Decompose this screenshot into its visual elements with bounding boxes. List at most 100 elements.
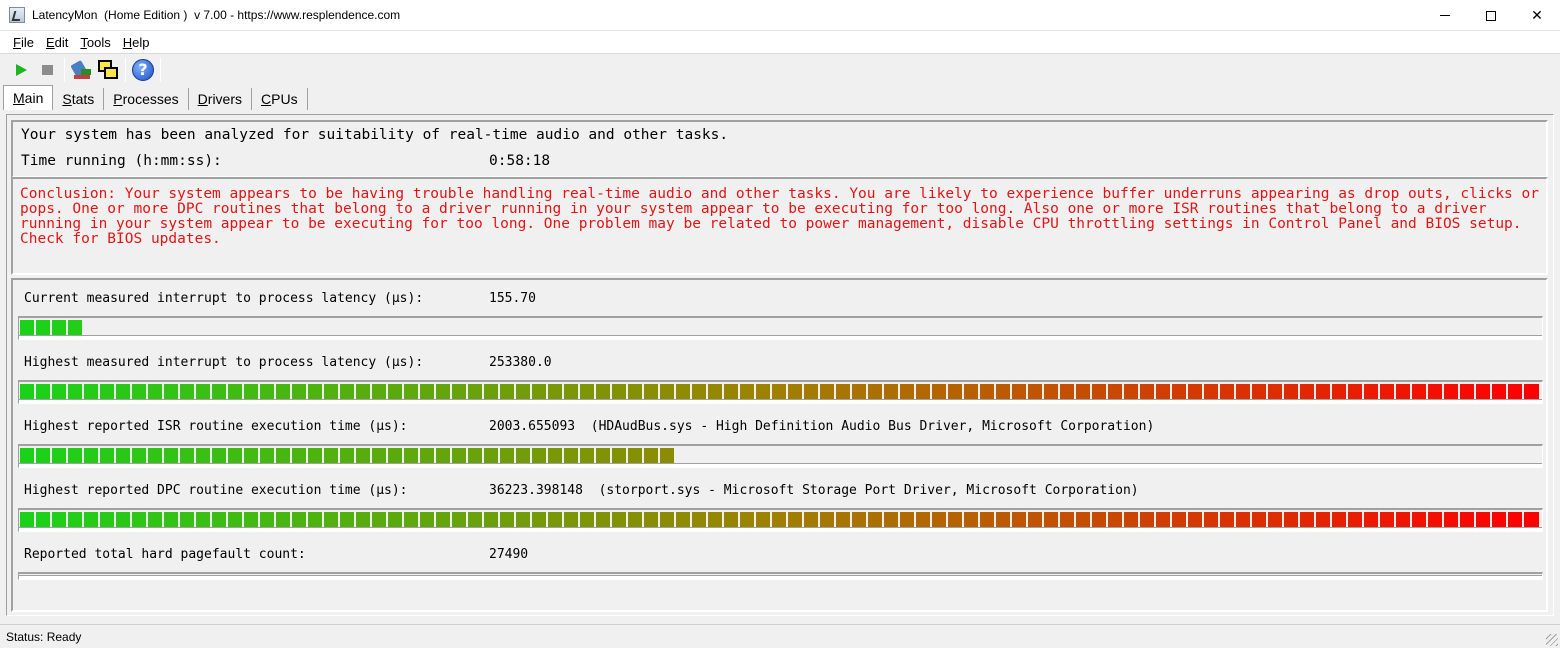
menu-tools[interactable]: Tools (74, 35, 116, 50)
menu-help[interactable]: Help (117, 35, 156, 50)
menu-bar: File Edit Tools Help (0, 31, 1560, 53)
bar-segment (260, 384, 276, 400)
bar-segment (1492, 384, 1508, 400)
bar-segment (20, 384, 36, 400)
title-bar[interactable]: LatencyMon (Home Edition ) v 7.00 - http… (0, 0, 1560, 31)
menu-help-label: elp (132, 34, 150, 50)
bar-segment (660, 512, 676, 528)
tab-processes[interactable]: Processes (104, 88, 189, 110)
tab-main-label: ain (24, 90, 44, 106)
bar-segment (724, 512, 740, 528)
bar-segment (132, 512, 148, 528)
resize-grip[interactable] (1546, 634, 1558, 646)
windows-button[interactable] (95, 57, 121, 83)
isr-time-label: Highest reported ISR routine execution t… (24, 419, 408, 434)
bar-segment (868, 512, 884, 528)
bar-segment (420, 512, 436, 528)
stop-icon (41, 64, 53, 75)
bar-segment (292, 512, 308, 528)
bar-segment (404, 448, 420, 464)
highest-latency-label: Highest measured interrupt to process la… (24, 355, 424, 370)
menu-edit[interactable]: Edit (40, 35, 74, 50)
bar-segment (644, 384, 660, 400)
bar-segment (276, 384, 292, 400)
bar-segment (1316, 512, 1332, 528)
bar-segment (388, 512, 404, 528)
bar-segment (1076, 512, 1092, 528)
bar-segment (612, 384, 628, 400)
current-latency-bar (18, 316, 1543, 340)
bar-segment (676, 512, 692, 528)
minimize-button[interactable] (1422, 0, 1468, 31)
bar-segment (1268, 512, 1284, 528)
bar-segment (964, 384, 980, 400)
bar-segment (388, 384, 404, 400)
close-button[interactable]: ✕ (1514, 0, 1560, 31)
main-content: Your system has been analyzed for suitab… (6, 114, 1554, 616)
bar-segment (36, 448, 52, 464)
bar-segment (836, 512, 852, 528)
tool-icon (70, 59, 93, 81)
bar-segment (420, 448, 436, 464)
bar-segment (1156, 512, 1172, 528)
time-running-value: 0:58:18 (489, 153, 551, 169)
bar-segment (1076, 384, 1092, 400)
bar-segment (404, 384, 420, 400)
window-title: LatencyMon (Home Edition ) v 7.00 - http… (32, 8, 401, 22)
bar-segment (68, 384, 84, 400)
bar-segment (1524, 384, 1541, 400)
bar-segment (1476, 384, 1492, 400)
bar-segment (932, 512, 948, 528)
start-button[interactable] (8, 57, 34, 83)
bar-segment (868, 384, 884, 400)
bar-segment (820, 384, 836, 400)
bar-segment (708, 384, 724, 400)
bar-segment (1172, 384, 1188, 400)
bar-segment (484, 384, 500, 400)
bar-segment (260, 512, 276, 528)
bar-segment (692, 512, 708, 528)
bar-segment (740, 512, 756, 528)
menu-file[interactable]: File (7, 35, 40, 50)
bar-segment (1092, 512, 1108, 528)
menu-help-accel: H (122, 34, 133, 50)
bar-segment (836, 384, 852, 400)
bar-segment (564, 384, 580, 400)
help-button[interactable]: ? (130, 57, 156, 83)
bar-segment (788, 384, 804, 400)
bar-segment (1140, 384, 1156, 400)
metrics-panel: Current measured interrupt to process la… (11, 278, 1548, 612)
stop-button[interactable] (34, 57, 60, 83)
bar-segment (116, 512, 132, 528)
bar-segment (1508, 512, 1524, 528)
current-latency-label: Current measured interrupt to process la… (24, 291, 424, 306)
bar-segment (1124, 384, 1140, 400)
bar-segment (164, 512, 180, 528)
bar-segment (52, 448, 68, 464)
bar-segment (148, 384, 164, 400)
bar-segment (52, 384, 68, 400)
highest-latency-bar-fill (20, 384, 1541, 400)
play-icon (15, 63, 27, 76)
bar-segment (900, 512, 916, 528)
bar-segment (596, 384, 612, 400)
pagefault-label: Reported total hard pagefault count: (24, 547, 306, 562)
bar-segment (244, 384, 260, 400)
tab-stats[interactable]: Stats (53, 88, 105, 110)
bar-segment (516, 384, 532, 400)
tab-drivers[interactable]: Drivers (189, 88, 253, 110)
bar-segment (260, 448, 276, 464)
bar-segment (1236, 384, 1252, 400)
bar-segment (1428, 384, 1444, 400)
tab-main[interactable]: Main (3, 85, 54, 110)
tools-button[interactable] (69, 57, 95, 83)
maximize-button[interactable] (1468, 0, 1514, 31)
bar-segment (532, 512, 548, 528)
menu-tools-label: ools (86, 34, 111, 50)
bar-segment (548, 512, 564, 528)
bar-segment (436, 512, 452, 528)
tab-cpus[interactable]: C PUs (252, 88, 308, 110)
bar-segment (596, 448, 612, 464)
bar-segment (132, 384, 148, 400)
bar-segment (1492, 512, 1508, 528)
